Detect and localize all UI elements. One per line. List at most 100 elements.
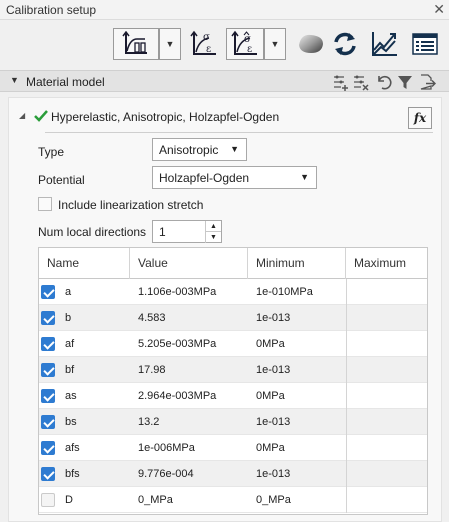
cell-maximum[interactable] [346, 435, 429, 461]
header-value[interactable]: Value [130, 248, 248, 279]
material-shape-button[interactable] [293, 28, 329, 60]
trend-chart-button[interactable] [368, 28, 400, 60]
export-icon[interactable] [418, 73, 436, 91]
refresh-button[interactable] [329, 28, 361, 60]
cell-minimum[interactable]: 0MPa [256, 331, 346, 357]
fx-button[interactable]: fx [408, 107, 432, 129]
sigma-hat-epsilon-button[interactable]: σ ε [226, 28, 264, 60]
row-checkbox[interactable] [41, 311, 55, 325]
table-row[interactable]: af 5.205e-003MPa 0MPa [39, 331, 427, 357]
cell-minimum[interactable]: 1e-013 [256, 357, 346, 383]
spin-up-icon[interactable]: ▲ [205, 221, 221, 232]
linearization-label: Include linearization stretch [58, 198, 204, 212]
row-checkbox[interactable] [41, 363, 55, 377]
num-directions-spinner[interactable]: 1 ▲ ▼ [152, 220, 222, 243]
header-minimum[interactable]: Minimum [248, 248, 346, 279]
trend-chart-icon [372, 32, 397, 56]
linearization-checkbox[interactable] [38, 197, 52, 211]
table-row[interactable]: b 4.583 1e-013 [39, 305, 427, 331]
cell-name[interactable]: a [65, 279, 125, 305]
cell-minimum[interactable]: 1e-013 [256, 461, 346, 487]
type-select[interactable]: Anisotropic ▼ [152, 138, 247, 161]
model-label: Hyperelastic, Anisotropic, Holzapfel-Ogd… [51, 110, 280, 124]
section-title: Material model [26, 75, 105, 89]
table-row[interactable]: bfs 9.776e-004 1e-013 [39, 461, 427, 487]
chevron-down-icon: ▼ [300, 172, 309, 182]
cell-name[interactable]: bs [65, 409, 125, 435]
plot-settings-button[interactable] [113, 28, 159, 60]
row-checkbox[interactable] [41, 441, 55, 455]
potential-label: Potential [38, 173, 85, 187]
table-row[interactable]: afs 1e-006MPa 0MPa [39, 435, 427, 461]
remove-parameter-icon[interactable] [352, 73, 370, 91]
cell-maximum[interactable] [346, 279, 429, 305]
add-parameter-icon[interactable] [332, 73, 350, 91]
cell-name[interactable]: as [65, 383, 125, 409]
cell-minimum[interactable]: 0_MPa [256, 487, 346, 513]
svg-text:ε: ε [247, 44, 252, 55]
row-checkbox-cell [39, 279, 63, 305]
cell-value[interactable]: 1.106e-003MPa [138, 279, 248, 305]
cell-value[interactable]: 4.583 [138, 305, 248, 331]
cell-name[interactable]: b [65, 305, 125, 331]
cell-value[interactable]: 2.964e-003MPa [138, 383, 248, 409]
cell-name[interactable]: bfs [65, 461, 125, 487]
cell-name[interactable]: D [65, 487, 125, 513]
checkmark-icon [33, 108, 49, 127]
potential-value: Holzapfel-Ogden [159, 171, 250, 185]
plot-settings-icon [122, 31, 147, 54]
close-icon[interactable]: ✕ [433, 1, 445, 18]
cell-value[interactable]: 17.98 [138, 357, 248, 383]
num-directions-value[interactable]: 1 [159, 225, 166, 239]
header-name[interactable]: Name [39, 248, 130, 279]
cell-value[interactable]: 13.2 [138, 409, 248, 435]
cell-name[interactable]: af [65, 331, 125, 357]
cell-maximum[interactable] [346, 487, 429, 513]
form-list-button[interactable] [409, 28, 441, 60]
cell-maximum[interactable] [346, 357, 429, 383]
row-checkbox[interactable] [41, 493, 55, 507]
cell-value[interactable]: 1e-006MPa [138, 435, 248, 461]
table-row[interactable]: a 1.106e-003MPa 1e-010MPa [39, 279, 427, 305]
row-checkbox[interactable] [41, 389, 55, 403]
row-checkbox[interactable] [41, 285, 55, 299]
cell-name[interactable]: afs [65, 435, 125, 461]
table-row[interactable]: bf 17.98 1e-013 [39, 357, 427, 383]
table-row[interactable]: as 2.964e-003MPa 0MPa [39, 383, 427, 409]
cell-value[interactable]: 0_MPa [138, 487, 248, 513]
cell-value[interactable]: 9.776e-004 [138, 461, 248, 487]
potential-select[interactable]: Holzapfel-Ogden ▼ [152, 166, 317, 189]
material-model-header[interactable]: ▼ Material model [0, 70, 449, 92]
cell-value[interactable]: 5.205e-003MPa [138, 331, 248, 357]
cell-minimum[interactable]: 1e-010MPa [256, 279, 346, 305]
cell-minimum[interactable]: 1e-013 [256, 409, 346, 435]
cell-minimum[interactable]: 0MPa [256, 435, 346, 461]
sigma-hat-dropdown[interactable]: ▼ [264, 28, 286, 60]
model-row[interactable]: ◢ Hyperelastic, Anisotropic, Holzapfel-O… [9, 107, 441, 129]
cell-maximum[interactable] [346, 331, 429, 357]
cell-maximum[interactable] [346, 383, 429, 409]
sigma-hat-epsilon-icon: σ ε [231, 30, 257, 55]
type-label: Type [38, 145, 65, 159]
table-row[interactable]: bs 13.2 1e-013 [39, 409, 427, 435]
cell-name[interactable]: bf [65, 357, 125, 383]
collapse-icon[interactable]: ▼ [10, 75, 19, 85]
row-checkbox-cell [39, 331, 63, 357]
table-row[interactable]: D 0_MPa 0_MPa [39, 487, 427, 513]
plot-settings-dropdown[interactable]: ▼ [159, 28, 181, 60]
cell-maximum[interactable] [346, 305, 429, 331]
row-checkbox[interactable] [41, 467, 55, 481]
cell-minimum[interactable]: 1e-013 [256, 305, 346, 331]
header-maximum[interactable]: Maximum [346, 248, 429, 279]
model-expand-icon[interactable]: ◢ [19, 111, 25, 120]
cell-minimum[interactable]: 0MPa [256, 383, 346, 409]
row-checkbox[interactable] [41, 337, 55, 351]
filter-icon[interactable] [396, 73, 414, 91]
sigma-epsilon-button[interactable]: σ ε [188, 28, 220, 60]
material-model-panel: ◢ Hyperelastic, Anisotropic, Holzapfel-O… [8, 97, 442, 522]
spin-down-icon[interactable]: ▼ [205, 232, 221, 243]
cell-maximum[interactable] [346, 461, 429, 487]
reset-icon[interactable] [374, 73, 392, 91]
cell-maximum[interactable] [346, 409, 429, 435]
row-checkbox[interactable] [41, 415, 55, 429]
